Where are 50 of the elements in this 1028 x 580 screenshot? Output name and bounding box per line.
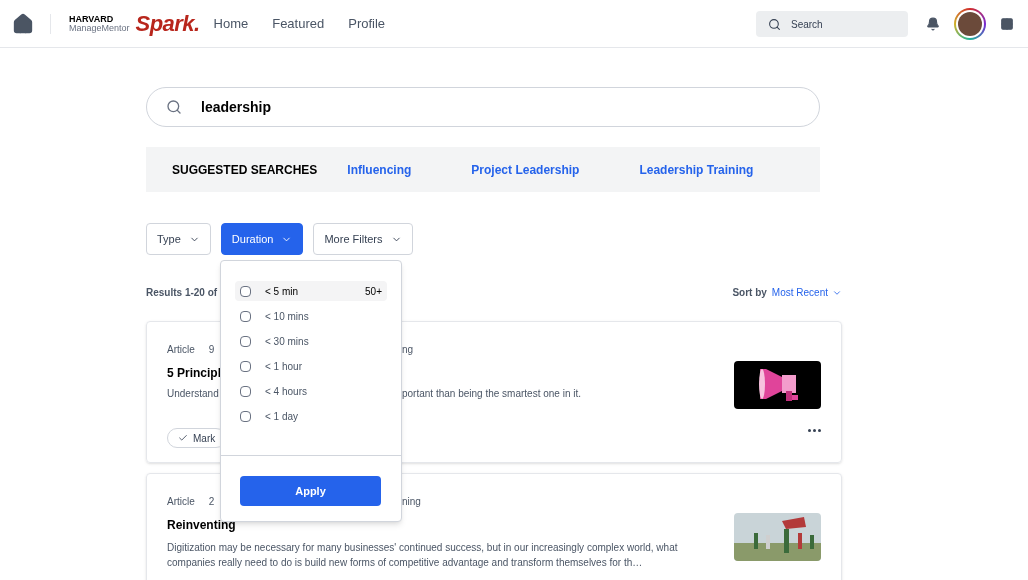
results-count: Results 1-20 of [146, 286, 218, 300]
notification-icon[interactable] [926, 16, 940, 31]
checkbox[interactable] [240, 385, 251, 397]
checkbox[interactable] [240, 335, 251, 347]
suggestion-link[interactable]: Influencing [347, 160, 412, 179]
checkbox[interactable] [240, 410, 251, 422]
search-icon [166, 99, 182, 115]
card-title: Reinventing [167, 517, 236, 534]
nav-link[interactable]: Featured [272, 13, 325, 34]
logo-subtext: ManageMentor [69, 23, 130, 33]
sort-dropdown[interactable]: Most Recent [771, 285, 842, 300]
meta-text: ng [402, 343, 414, 357]
filter-dropdown[interactable]: Duration [220, 223, 304, 255]
card-description: Digitization may be necessary for many businesses' continued success, but in our increasingly complex world, what companies really need to do is build new forms of competitive advantage and transform themselves for th… [167, 541, 679, 570]
duration-option[interactable]: < 4 hours [235, 381, 387, 401]
suggested-label: SUGGESTED SEARCHES [172, 161, 318, 179]
filter-dropdown[interactable]: Type [146, 223, 211, 255]
nav-link[interactable]: Home [213, 13, 249, 34]
option-count: 50+ [365, 284, 382, 299]
search-icon [768, 17, 781, 31]
home-icon[interactable] [12, 12, 34, 35]
duration-option[interactable]: < 1 day [235, 406, 387, 426]
card-description: portant than being the smartest one in it. [402, 387, 581, 401]
meta-text: 2 [208, 495, 215, 509]
filter-dropdown[interactable]: More Filters [313, 223, 413, 255]
avatar[interactable] [954, 7, 986, 40]
duration-option[interactable]: < 5 min 50+ [235, 281, 387, 301]
sort-label: Sort by [732, 286, 767, 300]
content-type: Article [167, 495, 195, 509]
suggestion-link[interactable]: Leadership Training [639, 160, 754, 179]
check-icon [178, 433, 188, 443]
logo-text: HARVARD [69, 14, 115, 24]
checkbox[interactable] [240, 360, 251, 372]
apply-button[interactable]: Apply [240, 476, 381, 506]
duration-option[interactable]: < 30 mins [235, 331, 387, 351]
search-bar[interactable]: leadership [146, 87, 820, 127]
content-type: Article [167, 343, 195, 357]
brand-logo: Spark. [135, 10, 200, 38]
more-icon[interactable] [808, 429, 821, 432]
suggestion-link[interactable]: Project Leadership [471, 160, 580, 179]
search-field[interactable]: Search [756, 11, 908, 37]
checkbox[interactable] [240, 310, 251, 322]
nav-link[interactable]: Profile [348, 13, 386, 34]
card-description: Understand [167, 388, 219, 399]
checkbox[interactable] [240, 285, 251, 297]
duration-option[interactable]: < 1 hour [235, 356, 387, 376]
meta-text: 9 [208, 343, 215, 357]
duration-option[interactable]: < 10 mins [235, 306, 387, 326]
meta-text: ning [402, 495, 421, 509]
card-title: 5 Principl [167, 365, 222, 382]
